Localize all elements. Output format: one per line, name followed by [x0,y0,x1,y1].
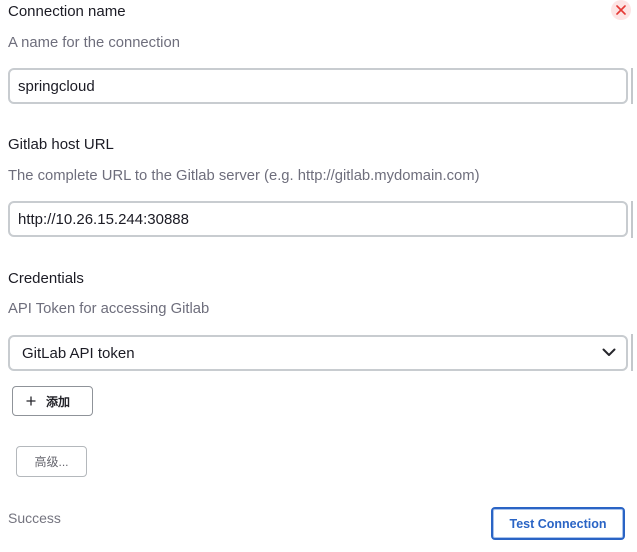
connection-name-input[interactable] [8,68,628,104]
test-connection-label: Test Connection [509,516,607,531]
test-connection-button[interactable]: Test Connection [491,507,625,540]
add-credentials-button[interactable]: 添加 [12,386,93,416]
advanced-button-label: 高级... [34,455,69,469]
test-status-text: Success [8,510,61,526]
edge-border-segment [631,68,633,104]
gitlab-host-url-description: The complete URL to the Gitlab server (e… [8,168,480,184]
advanced-button[interactable]: 高级... [16,446,87,477]
add-credentials-label: 添加 [46,394,71,409]
edge-border-segment [631,201,633,238]
connection-name-label: Connection name [8,3,126,20]
gitlab-host-url-input[interactable] [8,201,628,237]
credentials-select-wrapper: GitLab API token [8,335,628,371]
plus-icon [26,396,36,406]
credentials-select[interactable]: GitLab API token [8,335,628,371]
close-icon [616,5,626,15]
edge-border-segment [631,334,633,371]
gitlab-host-url-label: Gitlab host URL [8,136,114,153]
connection-name-description: A name for the connection [8,35,180,51]
delete-connection-button[interactable] [611,0,631,20]
credentials-label: Credentials [8,270,84,287]
credentials-description: API Token for accessing Gitlab [8,301,210,317]
